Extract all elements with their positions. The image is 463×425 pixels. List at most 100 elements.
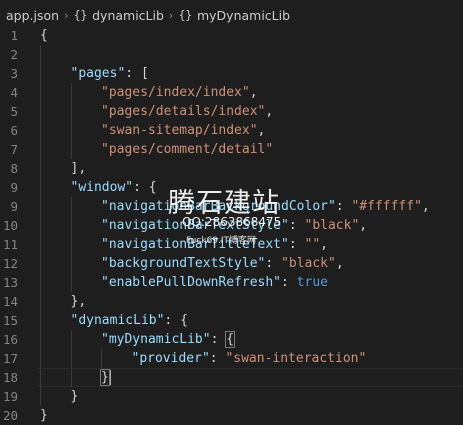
json-punctuation: , <box>421 199 430 214</box>
code-line[interactable]: 18} <box>0 368 463 387</box>
indent-guide <box>40 273 41 292</box>
indent-guide <box>40 45 41 64</box>
json-punctuation: , <box>249 85 258 100</box>
indent-guide <box>70 121 72 140</box>
code-line[interactable]: 19} <box>0 387 463 406</box>
line-number: 13 <box>2 275 18 290</box>
indent-guide <box>40 235 41 254</box>
json-punctuation: , <box>359 218 368 233</box>
line-number: 8 <box>10 161 18 176</box>
code-line[interactable]: 20} <box>0 406 463 425</box>
code-line[interactable]: 15 "dynamicLib": { <box>0 311 463 330</box>
line-number: 15 <box>2 313 18 328</box>
json-punctuation: } <box>70 389 79 404</box>
code-text: ], <box>71 159 87 178</box>
json-punctuation: : [ <box>125 66 149 81</box>
code-line[interactable]: 12 "backgroundTextStyle": "black", <box>0 254 463 273</box>
code-text: "enablePullDownRefresh": true <box>101 273 328 292</box>
code-text: } <box>71 387 79 406</box>
code-text: }, <box>71 292 87 311</box>
json-punctuation: } <box>100 369 110 386</box>
line-number: 9 <box>10 180 18 195</box>
code-line[interactable]: 11 "navigationBarTitleText": "", <box>0 235 463 254</box>
code-line[interactable]: 17 "provider": "swan-interaction" <box>0 349 463 368</box>
line-number: 16 <box>2 332 18 347</box>
indent-guide <box>101 349 102 368</box>
indent-guide <box>70 254 72 273</box>
code-line[interactable]: 14}, <box>0 292 463 311</box>
indent-guide <box>40 83 41 102</box>
code-text: "window": { <box>71 178 157 197</box>
indent-guide <box>40 140 41 159</box>
indent-guide <box>70 330 72 349</box>
code-line[interactable]: 6 "swan-sitemap/index", <box>0 121 463 140</box>
json-key: "dynamicLib" <box>70 313 165 328</box>
code-text: "dynamicLib": { <box>71 311 188 330</box>
indent-guide <box>70 197 72 216</box>
code-line[interactable]: 5 "pages/details/index", <box>0 102 463 121</box>
code-line[interactable]: 16 "myDynamicLib": { <box>0 330 463 349</box>
line-number: 6 <box>10 123 18 138</box>
indent-guide <box>40 387 41 406</box>
chevron-right-icon: › <box>64 8 69 22</box>
indent-guide <box>40 178 41 197</box>
code-line[interactable]: 13 "enablePullDownRefresh": true <box>0 273 463 292</box>
json-punctuation: ], <box>70 161 87 176</box>
breadcrumb-item-dynamiclib[interactable]: dynamicLib <box>92 8 164 23</box>
code-line[interactable]: 4 "pages/index/index", <box>0 83 463 102</box>
line-number: 14 <box>2 294 18 309</box>
json-string: "#ffffff" <box>351 199 422 214</box>
json-key: "pages" <box>70 66 126 81</box>
json-punctuation: : <box>209 351 226 366</box>
code-line[interactable]: 7 "pages/comment/detail" <box>0 140 463 159</box>
line-number: 9 <box>10 199 18 214</box>
code-line[interactable]: 9 "navigationBarBackgroundColor": "#fffff… <box>0 197 463 216</box>
json-punctuation: { <box>40 28 48 43</box>
json-punctuation: : <box>288 237 305 252</box>
indent-guide <box>70 349 72 368</box>
json-punctuation: : <box>335 199 352 214</box>
json-punctuation: } <box>40 408 48 423</box>
json-string: "pages/details/index" <box>101 104 266 119</box>
code-line[interactable]: 10 "navigationBarTextStyle": "black", <box>0 216 463 235</box>
json-string: "black" <box>281 256 336 271</box>
indent-guide <box>70 235 72 254</box>
json-key: "backgroundTextStyle" <box>101 256 266 271</box>
line-number: 18 <box>2 370 18 385</box>
indent-guide <box>40 121 41 140</box>
json-punctuation: : <box>265 256 282 271</box>
indent-guide <box>40 330 41 349</box>
indent-guide <box>40 292 41 311</box>
indent-guide <box>40 102 41 121</box>
breadcrumb-file[interactable]: app.json <box>6 8 59 23</box>
json-string: "black" <box>304 218 360 233</box>
json-string: "swan-sitemap/index" <box>101 123 258 138</box>
code-line[interactable]: 3 "pages": [ <box>0 64 463 83</box>
code-text: "navigationBarTitleText": "", <box>101 235 328 254</box>
json-boolean: true <box>296 275 328 290</box>
code-text: "pages/comment/detail" <box>101 140 273 159</box>
json-key: "myDynamicLib" <box>101 332 211 347</box>
json-string: "swan-interaction" <box>225 351 367 366</box>
json-punctuation: , <box>265 104 274 119</box>
breadcrumb-item-mydynamiclib[interactable]: myDynamicLib <box>197 8 290 23</box>
code-line[interactable]: 1{ <box>0 26 463 45</box>
line-number: 2 <box>10 47 18 62</box>
code-editor[interactable]: 1{ 2 3 "pages": [4 "pages/index/index", 5 "pag… <box>0 26 463 425</box>
code-line[interactable]: 9 "window": { <box>0 178 463 197</box>
json-string: "" <box>304 237 321 252</box>
json-key: "navigationBarBackgroundColor" <box>101 199 336 214</box>
json-punctuation: , <box>335 256 344 271</box>
code-text: } <box>40 406 48 425</box>
json-key: "provider" <box>131 351 210 366</box>
code-text: "backgroundTextStyle": "black", <box>101 254 344 273</box>
code-text: "myDynamicLib": { <box>101 330 236 349</box>
code-line[interactable]: 2 <box>0 45 463 64</box>
indent-guide <box>70 216 72 235</box>
code-line[interactable]: 8], <box>0 159 463 178</box>
text-cursor <box>109 370 111 385</box>
line-number: 19 <box>2 389 18 404</box>
json-punctuation: }, <box>70 294 87 309</box>
line-number: 7 <box>10 142 18 157</box>
indent-guide <box>70 140 72 159</box>
